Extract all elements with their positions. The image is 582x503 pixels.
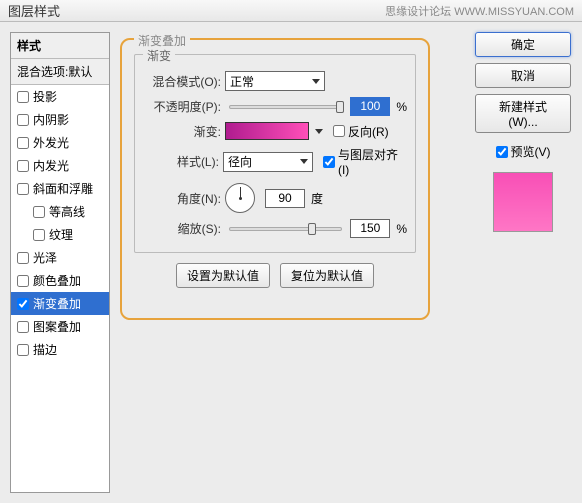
sidebar-item-6[interactable]: 纹理 — [11, 223, 109, 246]
sidebar-styles-header[interactable]: 样式 — [11, 33, 109, 59]
window-title: 图层样式 — [8, 1, 60, 20]
sidebar-item-checkbox[interactable] — [17, 321, 29, 333]
preview-checkbox[interactable]: 预览(V) — [496, 143, 551, 160]
scale-unit: % — [396, 222, 407, 236]
sidebar-item-label: 光泽 — [33, 249, 57, 266]
sidebar-item-9[interactable]: 渐变叠加 — [11, 292, 109, 315]
gradient-legend: 渐变 — [143, 47, 175, 64]
blend-mode-select[interactable]: 正常 — [225, 71, 325, 91]
sidebar-item-3[interactable]: 内发光 — [11, 154, 109, 177]
opacity-slider[interactable] — [229, 105, 342, 109]
sidebar-item-4[interactable]: 斜面和浮雕 — [11, 177, 109, 200]
sidebar-item-checkbox[interactable] — [17, 275, 29, 287]
angle-input[interactable]: 90 — [265, 189, 305, 208]
scale-input[interactable]: 150 — [350, 219, 390, 238]
layer-style-dialog: 图层样式 思缘设计论坛 WWW.MISSYUAN.COM 样式 混合选项:默认 … — [0, 0, 582, 503]
sidebar-item-10[interactable]: 图案叠加 — [11, 315, 109, 338]
titlebar: 图层样式 思缘设计论坛 WWW.MISSYUAN.COM — [0, 0, 582, 22]
scale-slider[interactable] — [229, 227, 342, 231]
sidebar-blend-options[interactable]: 混合选项:默认 — [11, 59, 109, 85]
sidebar-item-label: 内阴影 — [33, 111, 69, 128]
sidebar-item-11[interactable]: 描边 — [11, 338, 109, 361]
sidebar-item-label: 图案叠加 — [33, 318, 81, 335]
align-checkbox[interactable]: 与图层对齐(I) — [323, 146, 407, 177]
right-panel: 确定 取消 新建样式(W)... 预览(V) — [474, 32, 572, 493]
ok-button[interactable]: 确定 — [475, 32, 571, 57]
sidebar-item-label: 投影 — [33, 88, 57, 105]
scale-label: 缩放(S): — [143, 220, 221, 237]
sidebar-item-checkbox[interactable] — [17, 252, 29, 264]
angle-unit: 度 — [311, 190, 323, 207]
sidebar-item-label: 渐变叠加 — [33, 295, 81, 312]
chevron-down-icon — [312, 79, 320, 84]
sidebar-item-checkbox[interactable] — [17, 114, 29, 126]
sidebar-item-checkbox[interactable] — [17, 183, 29, 195]
gradient-label: 渐变: — [143, 123, 221, 140]
set-default-button[interactable]: 设置为默认值 — [176, 263, 270, 288]
sidebar-item-checkbox[interactable] — [17, 91, 29, 103]
sidebar-item-checkbox[interactable] — [17, 137, 29, 149]
sidebar-item-checkbox[interactable] — [17, 160, 29, 172]
window-subtitle: 思缘设计论坛 WWW.MISSYUAN.COM — [385, 3, 574, 19]
new-style-button[interactable]: 新建样式(W)... — [475, 94, 571, 133]
angle-label: 角度(N): — [143, 190, 221, 207]
style-label: 样式(L): — [143, 153, 219, 170]
sidebar-item-label: 内发光 — [33, 157, 69, 174]
opacity-label: 不透明度(P): — [143, 98, 221, 115]
gradient-picker[interactable] — [225, 122, 309, 140]
sidebar-item-label: 外发光 — [33, 134, 69, 151]
sidebar-item-1[interactable]: 内阴影 — [11, 108, 109, 131]
styles-sidebar: 样式 混合选项:默认 投影内阴影外发光内发光斜面和浮雕等高线纹理光泽颜色叠加渐变… — [10, 32, 110, 493]
chevron-down-icon[interactable] — [315, 129, 323, 134]
opacity-input[interactable]: 100 — [350, 97, 390, 116]
sidebar-item-label: 等高线 — [49, 203, 85, 220]
sidebar-item-label: 描边 — [33, 341, 57, 358]
sidebar-item-label: 斜面和浮雕 — [33, 180, 93, 197]
sidebar-item-5[interactable]: 等高线 — [11, 200, 109, 223]
preview-swatch — [493, 172, 553, 232]
sidebar-item-7[interactable]: 光泽 — [11, 246, 109, 269]
sidebar-item-checkbox[interactable] — [33, 229, 45, 241]
gradient-inner-group: 渐变 混合模式(O): 正常 不透明度(P): 100 % — [134, 54, 416, 253]
main-panel: 渐变叠加 渐变 混合模式(O): 正常 不透明度(P): 100 % — [118, 32, 466, 493]
sidebar-item-label: 颜色叠加 — [33, 272, 81, 289]
cancel-button[interactable]: 取消 — [475, 63, 571, 88]
gradient-overlay-group: 渐变叠加 渐变 混合模式(O): 正常 不透明度(P): 100 % — [120, 38, 430, 320]
sidebar-item-2[interactable]: 外发光 — [11, 131, 109, 154]
reverse-checkbox[interactable]: 反向(R) — [333, 123, 389, 140]
angle-dial[interactable] — [225, 183, 255, 213]
chevron-down-icon — [300, 159, 308, 164]
reset-default-button[interactable]: 复位为默认值 — [280, 263, 374, 288]
opacity-unit: % — [396, 100, 407, 114]
sidebar-item-0[interactable]: 投影 — [11, 85, 109, 108]
sidebar-item-checkbox[interactable] — [17, 298, 29, 310]
blend-mode-label: 混合模式(O): — [143, 73, 221, 90]
sidebar-item-checkbox[interactable] — [33, 206, 45, 218]
sidebar-item-8[interactable]: 颜色叠加 — [11, 269, 109, 292]
sidebar-item-checkbox[interactable] — [17, 344, 29, 356]
sidebar-item-label: 纹理 — [49, 226, 73, 243]
style-select[interactable]: 径向 — [223, 152, 313, 172]
